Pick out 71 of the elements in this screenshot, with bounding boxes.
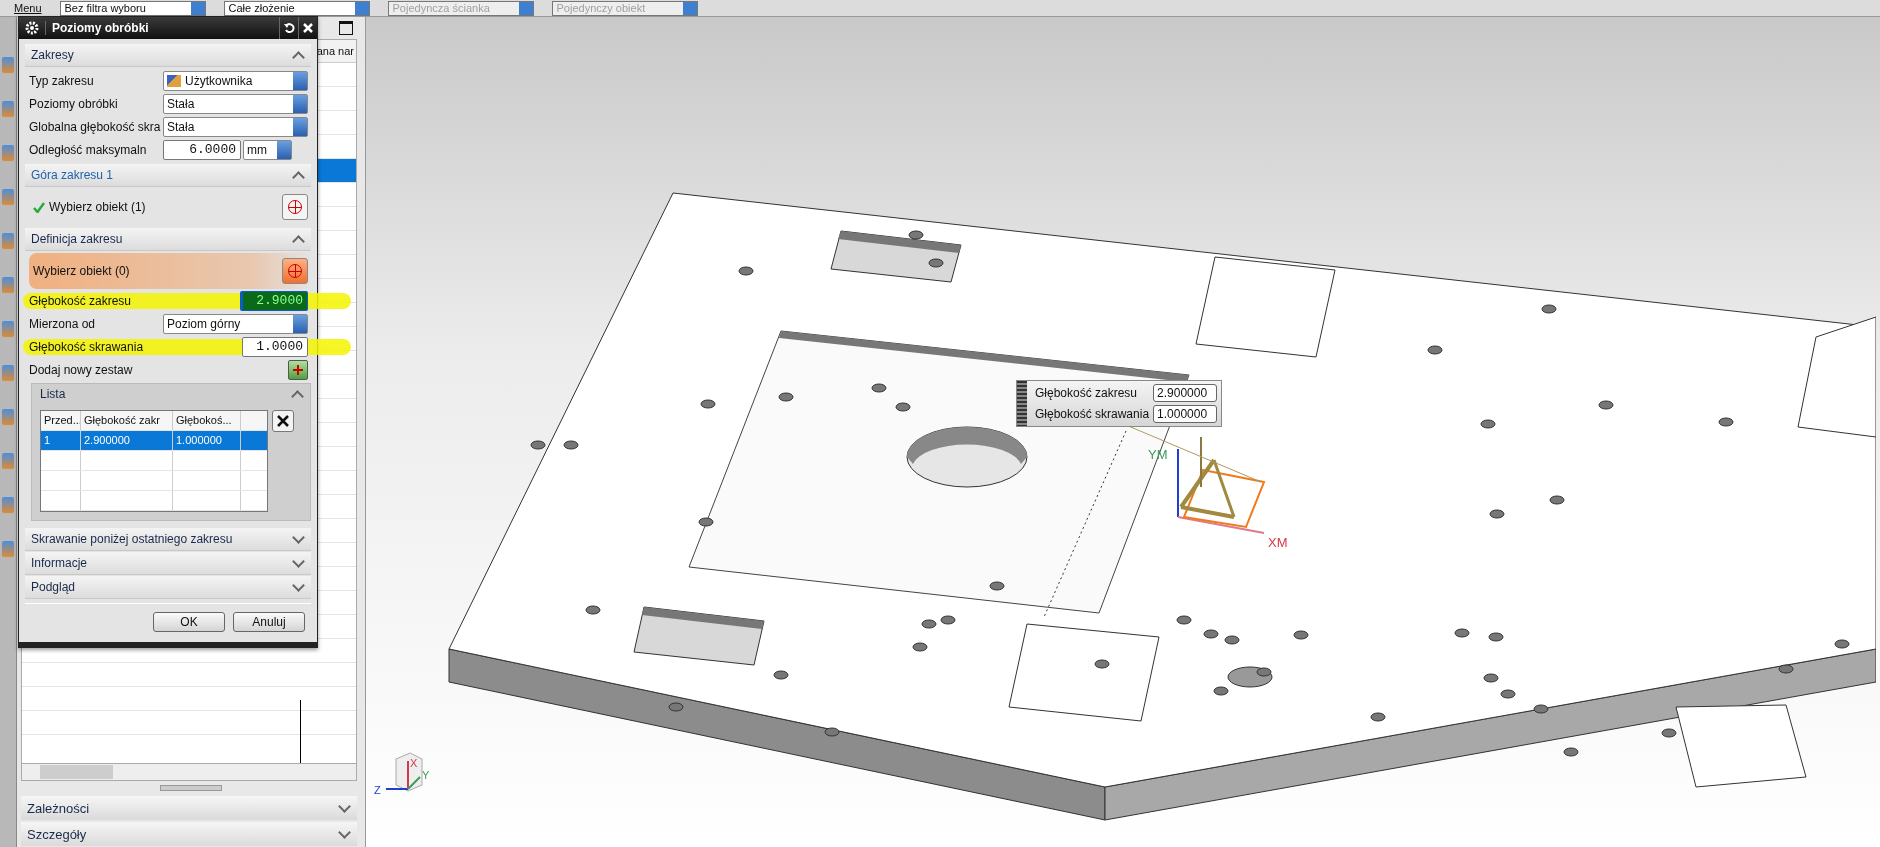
grip-handle[interactable]: [1017, 381, 1027, 426]
field-label: Typ zakresu: [29, 73, 95, 88]
dropdown[interactable]: Stała: [163, 93, 308, 114]
dropdown[interactable]: Stała: [163, 116, 308, 137]
crosshair-icon: [288, 200, 302, 214]
panel-header[interactable]: Szczegóły: [21, 822, 357, 846]
reset-icon[interactable]: [283, 22, 295, 34]
tool-icon[interactable]: [2, 101, 14, 117]
field-label: Odległość maksymaln: [29, 142, 148, 157]
active-selection-row[interactable]: Wybierz obiekt (0): [29, 253, 311, 289]
section-header[interactable]: Informacje: [25, 552, 311, 575]
input-field[interactable]: 6.0000: [163, 139, 241, 160]
tool-icon[interactable]: [2, 453, 14, 469]
dialog-title: Poziomy obróbki: [45, 21, 279, 35]
x-icon: [277, 415, 289, 427]
add-set-button[interactable]: [288, 359, 308, 380]
crosshair-icon: [288, 264, 302, 278]
menu-button[interactable]: Menu: [14, 2, 42, 14]
field-label: Globalna głębokość skra: [29, 119, 162, 134]
tool-icon[interactable]: [2, 497, 14, 513]
tool-icon[interactable]: [2, 233, 14, 249]
dropdown[interactable]: Użytkownika: [163, 70, 308, 91]
view-triad-drawing: Z X Y: [374, 752, 430, 796]
filter-dropdown[interactable]: Całe złożenie: [223, 0, 370, 16]
input-field[interactable]: 2.900000: [1153, 384, 1218, 402]
column-header[interactable]: Głębokość zakr: [81, 411, 173, 430]
section-header[interactable]: Skrawanie poniżej ostatniego zakresu: [25, 528, 311, 551]
tool-icon[interactable]: [2, 145, 14, 161]
column-header[interactable]: Przed...: [41, 411, 81, 430]
tool-icon[interactable]: [2, 189, 14, 205]
maximize-icon[interactable]: [339, 21, 353, 35]
tool-icon[interactable]: [2, 409, 14, 425]
field-label: Poziomy obróbki: [29, 96, 119, 111]
field-label: Mierzona od: [29, 316, 97, 331]
close-icon[interactable]: [303, 23, 313, 33]
field-label: Głębokość skrawania: [1035, 407, 1150, 421]
dialog-button[interactable]: OK: [153, 612, 225, 632]
input-field[interactable]: 1.0000: [242, 336, 308, 357]
input-field[interactable]: 1.000000: [1153, 405, 1218, 423]
selection-label: Wybierz obiekt (0): [33, 264, 131, 278]
horizontal-scrollbar[interactable]: [21, 764, 357, 781]
dialog-button[interactable]: Anuluj: [233, 612, 305, 632]
tool-icon[interactable]: [2, 321, 14, 337]
selection-label: Wybierz obiekt (1): [49, 200, 147, 214]
delete-button[interactable]: [272, 410, 294, 432]
field-label: Głębokość zakresu: [29, 293, 133, 308]
section-header[interactable]: Lista: [32, 384, 310, 404]
user-icon: [167, 74, 181, 87]
tool-icon[interactable]: [2, 541, 14, 557]
field-label: Głębokość skrawania: [29, 339, 145, 354]
splitter-handle[interactable]: [160, 785, 222, 791]
coordinate-system-drawing: YM XM: [1125, 424, 1288, 550]
section-header[interactable]: Podgląd: [25, 576, 311, 599]
filter-dropdown[interactable]: Bez filtra wyboru: [59, 0, 206, 16]
tool-icon[interactable]: [2, 365, 14, 381]
select-object-button[interactable]: [282, 258, 308, 284]
select-object-button[interactable]: [282, 194, 308, 220]
check-icon: [33, 201, 45, 213]
section-header[interactable]: Góra zakresu 1: [25, 164, 311, 187]
unit-dropdown[interactable]: mm: [243, 139, 292, 160]
panel-header[interactable]: Zależności: [21, 796, 357, 820]
tool-icon[interactable]: [2, 57, 14, 73]
column-header[interactable]: Głębokoś...: [173, 411, 241, 430]
section-header[interactable]: Definicja zakresu: [25, 228, 311, 251]
input-field[interactable]: 2.9000: [240, 290, 308, 311]
section-header[interactable]: Zakresy: [25, 44, 311, 67]
field-label: Dodaj nowy zestaw: [29, 362, 134, 377]
tool-icon[interactable]: [2, 277, 14, 293]
dropdown[interactable]: Poziom górny: [163, 313, 308, 334]
list-row[interactable]: 1 2.900000 1.000000: [41, 431, 267, 451]
field-label: Głębokość zakresu: [1035, 386, 1138, 400]
